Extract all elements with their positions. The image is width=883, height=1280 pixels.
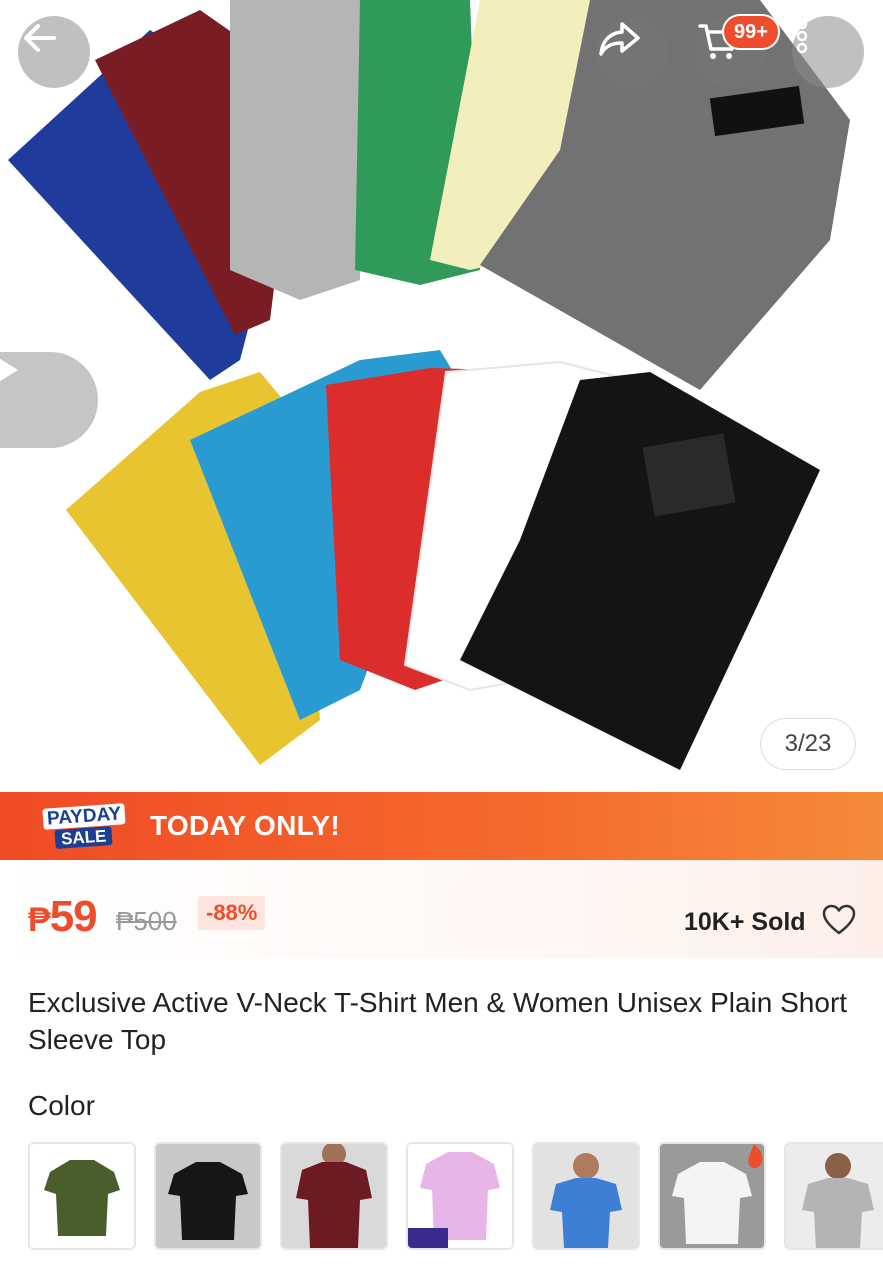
color-swatch-blue[interactable]	[532, 1142, 640, 1250]
shirt-thumbnail	[408, 1144, 512, 1248]
heart-icon	[822, 904, 856, 935]
sale-banner-text: TODAY ONLY!	[150, 810, 341, 841]
shirt-stack-bottom	[66, 350, 820, 770]
arrow-left-icon	[24, 24, 56, 52]
original-price: ₱500	[116, 906, 177, 936]
shirt-thumbnail	[282, 1144, 386, 1248]
play-video-button[interactable]	[0, 352, 98, 448]
currency-symbol: ₱	[28, 901, 51, 939]
price-section: ₱59 ₱500 -88% 10K+ Sold	[0, 860, 883, 958]
color-swatch-olive[interactable]	[28, 1142, 136, 1250]
play-icon	[0, 358, 18, 382]
shirt-thumbnail	[156, 1144, 260, 1248]
shirt-thumbnail	[786, 1144, 883, 1248]
shirt-thumbnail	[30, 1144, 134, 1248]
color-swatch-gray[interactable]	[784, 1142, 883, 1250]
color-swatch-maroon[interactable]	[280, 1142, 388, 1250]
payday-sale-logo: PAYDAY SALE	[40, 801, 128, 851]
payday-logo-line1: PAYDAY	[42, 802, 126, 830]
more-vertical-icon	[796, 18, 808, 54]
color-swatch-list	[28, 1142, 883, 1250]
share-icon	[599, 22, 640, 56]
more-options-button[interactable]	[792, 16, 864, 88]
shirt-thumbnail	[660, 1144, 764, 1248]
back-button[interactable]	[18, 16, 90, 88]
share-button[interactable]	[596, 16, 668, 88]
sold-count: 10K+ Sold	[684, 908, 806, 936]
discount-badge: -88%	[198, 896, 266, 930]
payday-sale-banner[interactable]: PAYDAY SALE TODAY ONLY!	[0, 792, 883, 860]
variation-label: Color	[28, 1090, 95, 1121]
product-title: Exclusive Active V-Neck T-Shirt Men & Wo…	[28, 987, 848, 1055]
color-swatch-pink[interactable]	[406, 1142, 514, 1250]
product-photo	[8, 0, 850, 770]
color-swatch-black[interactable]	[154, 1142, 262, 1250]
shirt-thumbnail	[534, 1144, 638, 1248]
color-swatch-white[interactable]	[658, 1142, 766, 1250]
cart-count-badge: 99+	[722, 14, 780, 50]
like-button[interactable]	[822, 904, 856, 941]
current-price-value: 59	[49, 892, 98, 941]
product-image-gallery[interactable]: 99+ 3/23	[0, 0, 883, 792]
image-counter: 3/23	[760, 718, 856, 770]
payday-logo-line2: SALE	[54, 825, 114, 849]
current-price: ₱59	[28, 892, 98, 942]
